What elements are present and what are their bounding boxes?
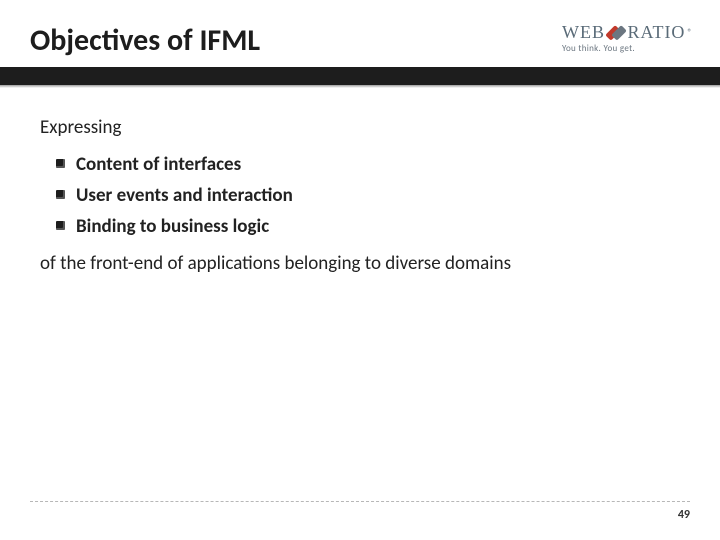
footer-divider	[30, 501, 690, 502]
list-item: Content of interfaces	[56, 153, 690, 176]
list-item: User events and interaction	[56, 184, 690, 207]
logo-registered-mark: ®	[687, 27, 692, 38]
bullet-list: Content of interfaces User events and in…	[40, 153, 690, 238]
page-number: 49	[678, 508, 690, 522]
logo-text-web: WEB	[562, 22, 605, 43]
logo-wordmark: WEB RATIO ®	[562, 22, 692, 43]
logo-text-ratio: RATIO	[627, 22, 685, 43]
tail-text: of the front-end of applications belongi…	[40, 252, 690, 275]
slide-body: Expressing Content of interfaces User ev…	[0, 88, 720, 275]
title-underline-bar	[0, 67, 720, 85]
lead-text: Expressing	[40, 116, 690, 139]
slide: Objectives of IFML WEB RATIO ® You think…	[0, 0, 720, 540]
logo-tagline: You think. You get.	[562, 43, 692, 54]
list-item: Binding to business logic	[56, 215, 690, 238]
brand-logo: WEB RATIO ® You think. You get.	[562, 22, 692, 54]
